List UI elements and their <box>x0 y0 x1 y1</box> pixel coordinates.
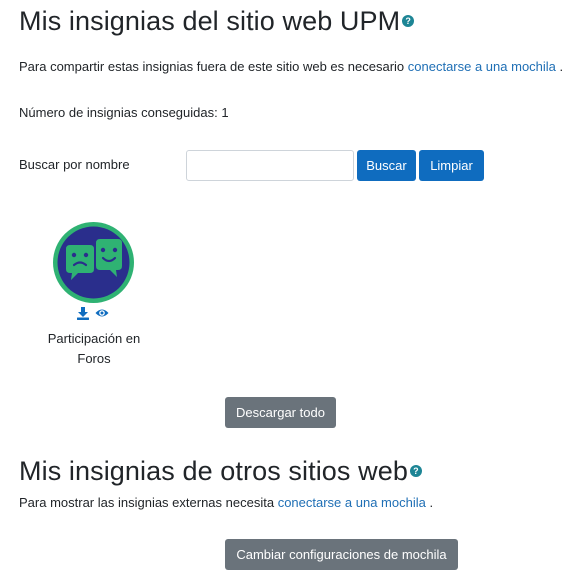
chat-bubbles-badge-icon <box>53 222 134 303</box>
page-title: Mis insignias del sitio web UPM? <box>19 6 415 37</box>
badge-name[interactable]: Participación en Foros <box>34 329 154 369</box>
badge-name-line1: Participación en <box>47 331 141 346</box>
share-text-end: . <box>559 59 564 74</box>
external-text: Para mostrar las insignias externas nece… <box>19 495 275 510</box>
eye-icon[interactable] <box>95 306 109 320</box>
badge-count: Número de insignias conseguidas: 1 <box>19 105 229 120</box>
backpack-settings-button[interactable]: Cambiar configuraciones de mochila <box>225 539 458 570</box>
search-input[interactable] <box>186 150 354 181</box>
search-button[interactable]: Buscar <box>357 150 416 181</box>
question-circle-icon[interactable]: ? <box>409 464 422 477</box>
download-icon[interactable] <box>76 306 90 320</box>
question-circle-icon[interactable]: ? <box>402 14 415 27</box>
external-title-text: Mis insignias de otros sitios web <box>19 456 408 486</box>
share-info: Para compartir estas insignias fuera de … <box>19 59 563 74</box>
connect-backpack-link-external[interactable]: conectarse a una mochila <box>278 495 426 510</box>
clear-button[interactable]: Limpiar <box>419 150 484 181</box>
external-badges-title: Mis insignias de otros sitios web? <box>19 456 422 487</box>
badge-name-line2: Foros <box>77 351 111 366</box>
connect-backpack-link[interactable]: conectarse a una mochila <box>408 59 556 74</box>
external-info: Para mostrar las insignias externas nece… <box>19 495 433 510</box>
share-text: Para compartir estas insignias fuera de … <box>19 59 405 74</box>
badge-actions <box>76 306 116 320</box>
download-all-button[interactable]: Descargar todo <box>225 397 336 428</box>
external-text-end: . <box>429 495 434 510</box>
search-label: Buscar por nombre <box>19 157 130 172</box>
badge-image[interactable] <box>52 221 135 304</box>
page-title-text: Mis insignias del sitio web UPM <box>19 6 401 36</box>
